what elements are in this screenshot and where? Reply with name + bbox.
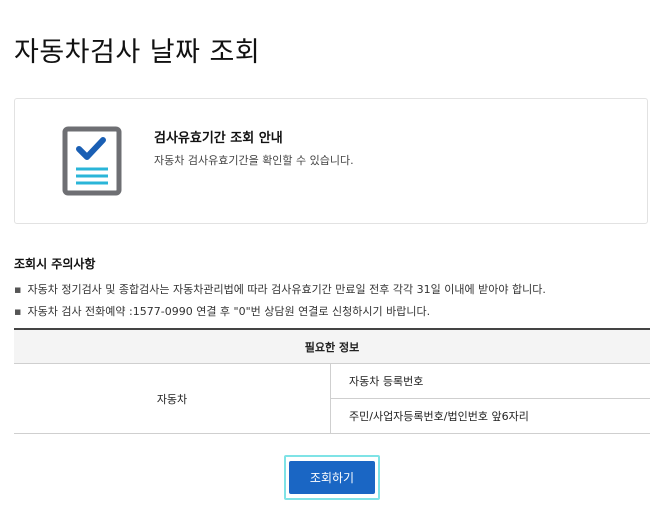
required-info-table: 필요한 정보 자동차 자동차 등록번호 주민/사업자등록번호/법인번호 앞6자리 [14,328,650,434]
required-item-cell: 주민/사업자등록번호/법인번호 앞6자리 [330,398,650,434]
bullet-icon: ▪ [14,283,22,296]
note-text: 자동차 정기검사 및 종합검사는 자동차관리법에 따라 검사유효기간 만료일 전… [27,283,546,296]
table-header-row: 필요한 정보 [14,328,650,364]
search-submit-button[interactable]: 조회하기 [289,461,375,494]
note-text: 자동차 검사 전화예약 :1577-0990 연결 후 "0"번 상담원 연결로… [27,305,431,318]
notes-heading: 조회시 주의사항 [14,257,96,271]
table-header: 필요한 정보 [14,328,650,364]
info-box: 검사유효기간 조회 안내 자동차 검사유효기간을 확인할 수 있습니다. [14,98,648,224]
page-title: 자동차검사 날짜 조회 [14,37,261,68]
required-item-cell: 자동차 등록번호 [330,363,650,399]
checklist-document-icon [62,126,122,196]
info-description: 자동차 검사유효기간을 확인할 수 있습니다. [154,154,354,167]
list-item: ▪ 자동차 검사 전화예약 :1577-0990 연결 후 "0"번 상담원 연결… [14,301,546,323]
submit-button-focus-ring: 조회하기 [284,455,380,500]
notes-list: ▪ 자동차 정기검사 및 종합검사는 자동차관리법에 따라 검사유효기간 만료일 … [14,279,546,323]
bullet-icon: ▪ [14,305,22,318]
category-cell: 자동차 [14,363,331,434]
table-row: 자동차 자동차 등록번호 [14,363,650,434]
list-item: ▪ 자동차 정기검사 및 종합검사는 자동차관리법에 따라 검사유효기간 만료일 … [14,279,546,301]
info-title: 검사유효기간 조회 안내 [154,131,283,146]
